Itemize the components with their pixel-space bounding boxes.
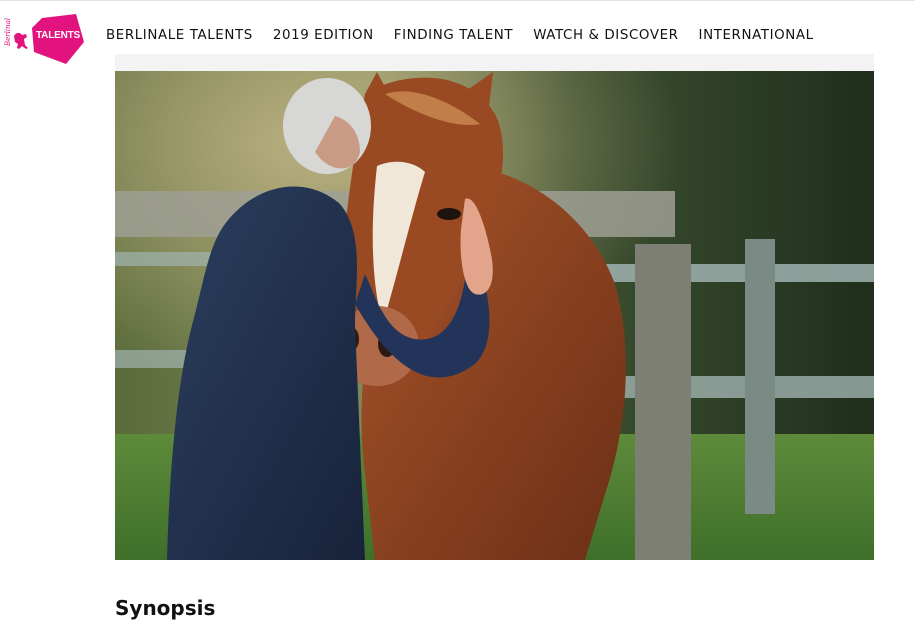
nav-item-finding-talent[interactable]: FINDING TALENT [394,26,513,46]
bear-icon: Berlinale [4,18,28,49]
nav-item-international[interactable]: INTERNATIONAL [699,26,814,46]
berlinale-talents-logo[interactable]: Berlinale TALENTS [4,10,84,66]
svg-text:Berlinale: Berlinale [4,18,12,47]
section-heading: Synopsis [115,596,216,620]
nav-item-2019-edition[interactable]: 2019 EDITION [273,26,374,46]
man-hugging-horse-image [115,54,874,560]
nav-item-watch-discover[interactable]: WATCH & DISCOVER [533,26,678,46]
logo-label: TALENTS [36,30,80,41]
top-border [0,0,915,1]
main-navigation: BERLINALE TALENTS 2019 EDITION FINDING T… [106,26,814,46]
nav-item-berlinale-talents[interactable]: BERLINALE TALENTS [106,26,253,46]
hero-image [115,54,874,560]
